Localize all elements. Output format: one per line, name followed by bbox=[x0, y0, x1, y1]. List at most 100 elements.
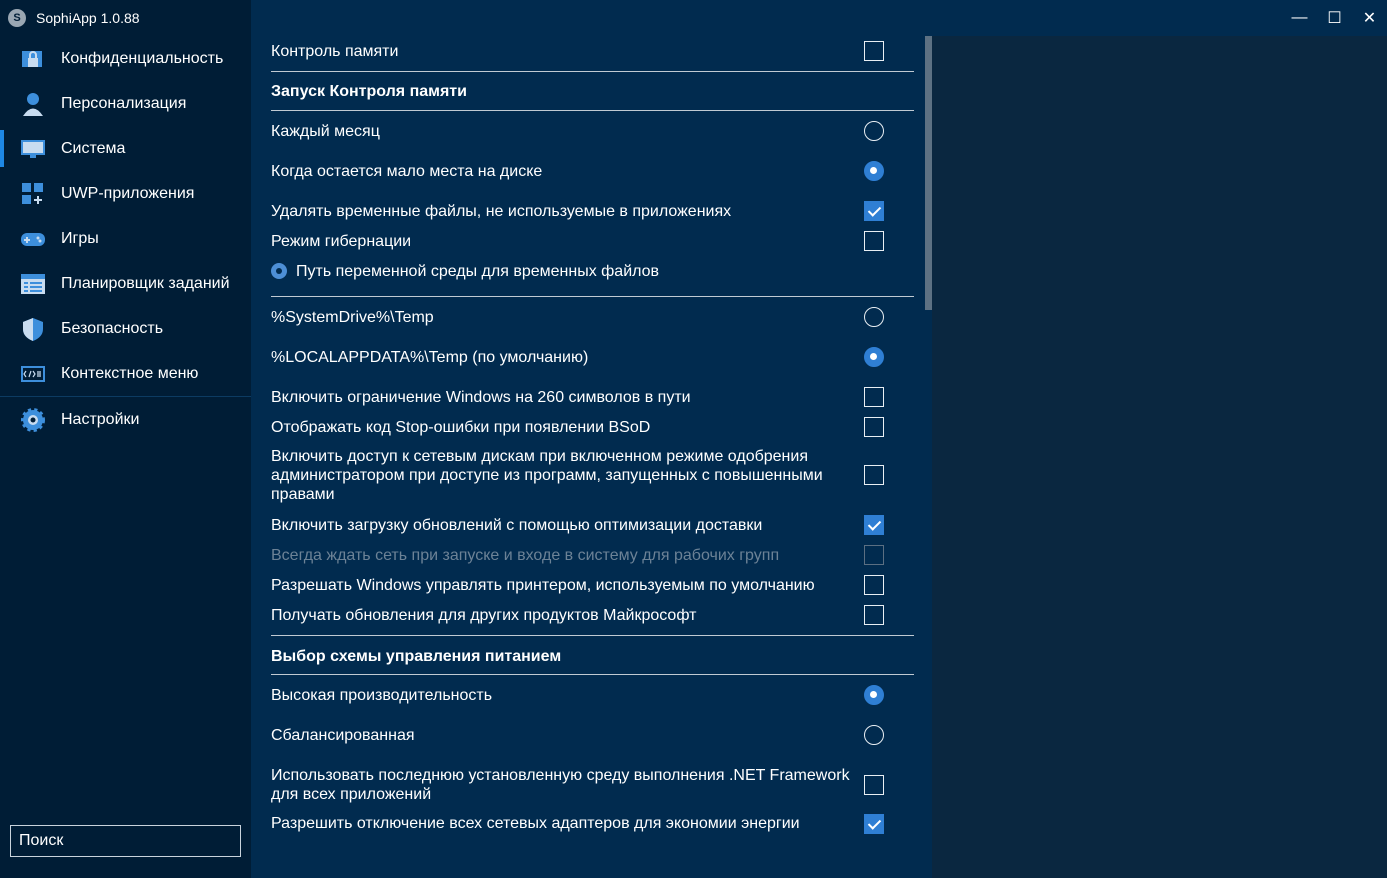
setting-row[interactable]: Режим гибернации bbox=[271, 226, 914, 256]
sidebar: S SophiApp 1.0.88 Конфиденциальность Пер… bbox=[0, 0, 251, 878]
sidebar-item-privacy[interactable]: Конфиденциальность bbox=[0, 36, 251, 81]
setting-row[interactable]: %LOCALAPPDATA%\Temp (по умолчанию) bbox=[271, 342, 914, 372]
close-button[interactable]: ✕ bbox=[1352, 0, 1387, 36]
checkbox[interactable] bbox=[864, 417, 884, 437]
setting-label: Путь переменной среды для временных файл… bbox=[296, 262, 660, 280]
setting-label: Использовать последнюю установленную сре… bbox=[271, 767, 850, 803]
setting-row[interactable]: %SystemDrive%\Temp bbox=[271, 302, 914, 332]
setting-row[interactable]: Высокая производительность bbox=[271, 680, 914, 710]
system-icon bbox=[20, 136, 46, 162]
shield-icon bbox=[20, 316, 46, 342]
setting-row[interactable]: Разрешать Windows управлять принтером, и… bbox=[271, 570, 914, 600]
sidebar-item-security[interactable]: Безопасность bbox=[0, 306, 251, 351]
checkbox[interactable] bbox=[864, 465, 884, 485]
gear-icon bbox=[20, 407, 46, 433]
privacy-icon bbox=[20, 46, 46, 72]
setting-row[interactable]: Всегда ждать сеть при запуске и входе в … bbox=[271, 540, 914, 570]
checkbox[interactable] bbox=[864, 545, 884, 565]
setting-row[interactable]: Включить ограничение Windows на 260 симв… bbox=[271, 382, 914, 412]
setting-label: Разрешить отключение всех сетевых адапте… bbox=[271, 815, 800, 832]
setting-row[interactable]: Получать обновления для других продуктов… bbox=[271, 600, 914, 630]
checkbox[interactable] bbox=[864, 515, 884, 535]
setting-label: Включить ограничение Windows на 260 симв… bbox=[271, 388, 691, 406]
app-logo-icon: S bbox=[8, 9, 26, 27]
setting-label: Получать обновления для других продуктов… bbox=[271, 606, 697, 624]
setting-label: Выбор схемы управления питанием bbox=[271, 647, 562, 665]
setting-label: Всегда ждать сеть при запуске и входе в … bbox=[271, 546, 780, 564]
setting-row[interactable]: Включить доступ к сетевым дискам при вкл… bbox=[271, 442, 914, 508]
checkbox[interactable] bbox=[864, 605, 884, 625]
setting-label: Разрешать Windows управлять принтером, и… bbox=[271, 576, 815, 594]
radio-button[interactable] bbox=[864, 307, 884, 327]
sidebar-item-label: UWP-приложения bbox=[61, 184, 195, 202]
scrollbar[interactable] bbox=[925, 36, 932, 310]
setting-label: Отображать код Stop-ошибки при появлении… bbox=[271, 418, 651, 436]
setting-label: Когда остается мало места на диске bbox=[271, 162, 543, 180]
window-controls: — ☐ ✕ bbox=[1282, 0, 1387, 36]
setting-label: Режим гибернации bbox=[271, 232, 412, 250]
setting-row[interactable]: Каждый месяц bbox=[271, 116, 914, 146]
context-menu-icon bbox=[20, 361, 46, 387]
setting-label: Включить доступ к сетевым дискам при вкл… bbox=[271, 447, 823, 503]
sidebar-item-settings[interactable]: Настройки bbox=[0, 397, 251, 442]
setting-label: Удалять временные файлы, не используемые… bbox=[271, 202, 732, 220]
radio-button[interactable] bbox=[864, 725, 884, 745]
setting-row[interactable]: Контроль памяти bbox=[271, 36, 914, 66]
sidebar-item-uwp-apps[interactable]: UWP-приложения bbox=[0, 171, 251, 216]
sidebar-item-label: Безопасность bbox=[61, 319, 164, 337]
setting-label: %SystemDrive%\Temp bbox=[271, 308, 434, 326]
description-pane bbox=[932, 36, 1387, 878]
sidebar-item-context-menu[interactable]: Контекстное меню bbox=[0, 351, 251, 396]
settings-panel: Контроль памяти Запуск Контроля памяти Каж… bbox=[251, 36, 932, 878]
settings-gear-icon[interactable] bbox=[271, 263, 287, 279]
maximize-button[interactable]: ☐ bbox=[1317, 0, 1352, 36]
radio-button[interactable] bbox=[864, 161, 884, 181]
radio-button[interactable] bbox=[864, 121, 884, 141]
setting-row: Путь переменной среды для временных файл… bbox=[271, 256, 914, 286]
sidebar-item-label: Конфиденциальность bbox=[61, 49, 224, 67]
personalization-icon bbox=[20, 91, 46, 117]
radio-button[interactable] bbox=[864, 685, 884, 705]
sidebar-item-system[interactable]: Система bbox=[0, 126, 251, 171]
setting-label: %LOCALAPPDATA%\Temp (по умолчанию) bbox=[271, 348, 589, 366]
setting-row[interactable]: Отображать код Stop-ошибки при появлении… bbox=[271, 412, 914, 442]
setting-row[interactable]: Удалять временные файлы, не используемые… bbox=[271, 196, 914, 226]
gamepad-icon bbox=[20, 226, 46, 252]
setting-label: Каждый месяц bbox=[271, 122, 380, 140]
sidebar-item-task-scheduler[interactable]: Планировщик заданий bbox=[0, 261, 251, 306]
setting-label: Запуск Контроля памяти bbox=[271, 82, 467, 100]
setting-row[interactable]: Сбалансированная bbox=[271, 720, 914, 750]
section-header: Запуск Контроля памяти bbox=[271, 71, 914, 111]
checkbox[interactable] bbox=[864, 41, 884, 61]
sidebar-item-label: Игры bbox=[61, 229, 99, 247]
sidebar-item-label: Настройки bbox=[61, 410, 140, 428]
sidebar-nav: Конфиденциальность Персонализация Систем… bbox=[0, 36, 251, 442]
sidebar-item-personalization[interactable]: Персонализация bbox=[0, 81, 251, 126]
search-input[interactable] bbox=[10, 825, 241, 857]
checkbox[interactable] bbox=[864, 231, 884, 251]
minimize-button[interactable]: — bbox=[1282, 0, 1317, 36]
task-scheduler-icon bbox=[20, 271, 46, 297]
title-bar: S SophiApp 1.0.88 bbox=[0, 0, 251, 36]
sidebar-item-games[interactable]: Игры bbox=[0, 216, 251, 261]
setting-label: Включить загрузку обновлений с помощью о… bbox=[271, 516, 763, 534]
app-title: SophiApp 1.0.88 bbox=[36, 10, 140, 26]
checkbox[interactable] bbox=[864, 201, 884, 221]
setting-row[interactable]: Когда остается мало места на диске bbox=[271, 156, 914, 186]
sidebar-item-label: Контекстное меню bbox=[61, 364, 199, 382]
setting-row[interactable]: Включить загрузку обновлений с помощью о… bbox=[271, 510, 914, 540]
checkbox[interactable] bbox=[864, 387, 884, 407]
sidebar-item-label: Система bbox=[61, 139, 126, 157]
setting-row[interactable]: Использовать последнюю установленную сре… bbox=[271, 760, 914, 810]
checkbox[interactable] bbox=[864, 814, 884, 834]
radio-button[interactable] bbox=[864, 347, 884, 367]
setting-label: Сбалансированная bbox=[271, 726, 415, 744]
checkbox[interactable] bbox=[864, 575, 884, 595]
checkbox[interactable] bbox=[864, 775, 884, 795]
uwp-apps-icon bbox=[20, 181, 46, 207]
section-header: Выбор схемы управления питанием bbox=[271, 636, 914, 676]
setting-label: Контроль памяти bbox=[271, 42, 399, 60]
sidebar-item-label: Персонализация bbox=[61, 94, 187, 112]
sidebar-item-label: Планировщик заданий bbox=[61, 274, 230, 292]
setting-row[interactable]: Разрешить отключение всех сетевых адапте… bbox=[271, 806, 914, 842]
